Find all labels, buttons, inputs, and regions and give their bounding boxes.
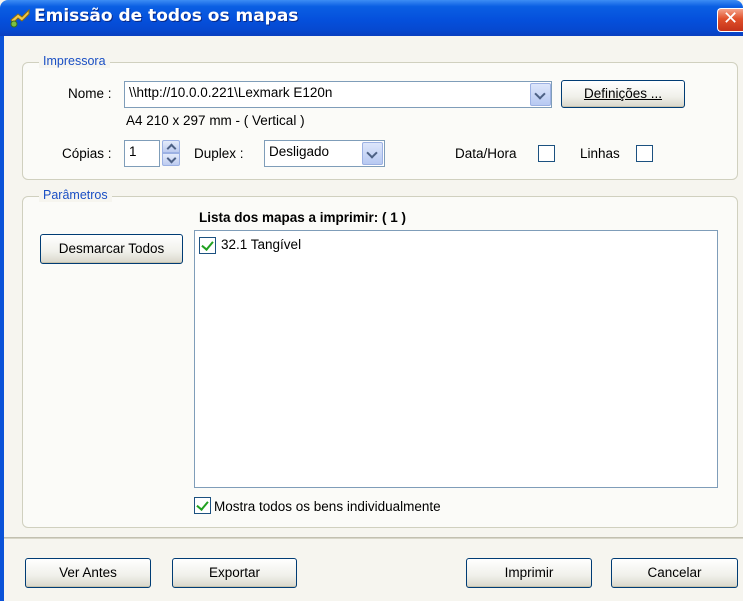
print-button[interactable]: Imprimir	[466, 558, 592, 588]
printer-name-select[interactable]: \\http://10.0.0.221\Lexmark E120n	[124, 81, 552, 108]
list-item-checkbox[interactable]	[199, 237, 216, 254]
show-all-items-checkbox[interactable]	[194, 497, 211, 514]
printer-dropdown-icon[interactable]	[530, 83, 551, 106]
chevron-down-icon[interactable]	[162, 153, 180, 166]
copies-value: 1	[129, 144, 137, 159]
duplex-value: Desligado	[269, 144, 330, 159]
cancel-button-label: Cancelar	[647, 565, 702, 580]
app-icon	[10, 8, 30, 28]
lines-checkbox[interactable]	[636, 145, 653, 162]
lines-label: Linhas	[580, 146, 620, 161]
duplex-label: Duplex :	[194, 146, 244, 161]
export-button-label: Exportar	[208, 565, 261, 580]
window-title: Emissão de todos os mapas	[34, 6, 299, 26]
copies-spinner[interactable]	[162, 140, 180, 166]
deselect-all-label: Desmarcar Todos	[58, 241, 165, 256]
printer-name-value: \\http://10.0.0.221\Lexmark E120n	[129, 85, 333, 100]
window-frame	[0, 36, 4, 601]
copies-label: Cópias :	[62, 146, 112, 161]
title-bar[interactable]: Emissão de todos os mapas ✕	[0, 0, 743, 36]
maps-list-title: Lista dos mapas a imprimir: ( 1 )	[199, 210, 407, 225]
print-maps-dialog: Emissão de todos os mapas ✕ Impressora N…	[0, 0, 743, 601]
copies-input[interactable]: 1	[124, 140, 160, 167]
settings-button[interactable]: Definições ...	[561, 80, 685, 108]
duplex-dropdown-icon[interactable]	[362, 142, 383, 165]
preview-button[interactable]: Ver Antes	[25, 558, 151, 588]
print-button-label: Imprimir	[504, 565, 554, 580]
close-icon[interactable]: ✕	[717, 8, 743, 32]
list-item[interactable]: 32.1 Tangível	[199, 236, 499, 256]
export-button[interactable]: Exportar	[172, 558, 297, 588]
printer-group-legend: Impressora	[39, 54, 110, 68]
preview-button-label: Ver Antes	[59, 565, 117, 580]
maps-list[interactable]: 32.1 Tangível	[194, 230, 718, 488]
list-item-label: 32.1 Tangível	[221, 237, 302, 252]
show-all-items-label[interactable]: Mostra todos os bens individualmente	[214, 499, 441, 514]
chevron-up-icon[interactable]	[162, 140, 180, 153]
cancel-button[interactable]: Cancelar	[611, 558, 738, 588]
settings-button-label: Definições ...	[583, 86, 663, 101]
parameters-group-legend: Parâmetros	[39, 188, 112, 202]
footer-divider	[4, 537, 743, 539]
paper-info: A4 210 x 297 mm - ( Vertical )	[126, 113, 305, 128]
deselect-all-button[interactable]: Desmarcar Todos	[40, 234, 183, 264]
printer-name-label: Nome :	[68, 86, 112, 101]
datetime-checkbox[interactable]	[538, 145, 555, 162]
datetime-label: Data/Hora	[455, 146, 517, 161]
